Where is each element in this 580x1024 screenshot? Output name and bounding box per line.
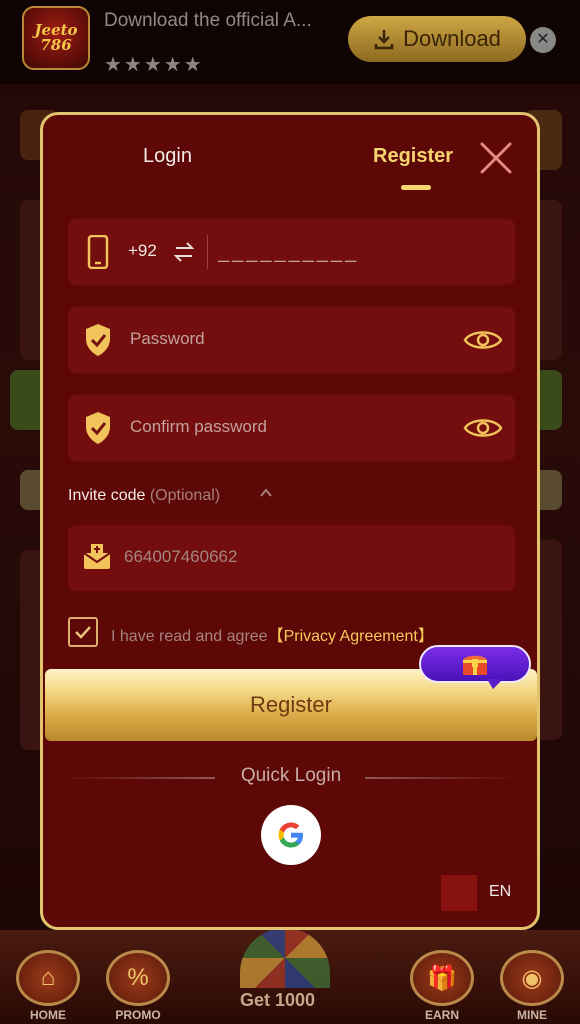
nav-earn-label: EARN	[424, 1008, 459, 1022]
password-placeholder: Password	[130, 329, 205, 348]
nav-promo[interactable]: % PROMO	[98, 950, 178, 1024]
app-logo: Jeeto 786	[22, 6, 90, 70]
privacy-agreement-link[interactable]: 【Privacy Agreement】	[268, 628, 434, 645]
invite-label-text: Invite code	[68, 487, 146, 504]
download-icon	[374, 30, 394, 50]
agree-checkbox[interactable]	[68, 617, 98, 647]
nav-mine-label: MINE	[517, 1008, 547, 1022]
quick-login-label: Quick Login	[240, 765, 342, 786]
home-icon: ⌂	[16, 950, 80, 1006]
tab-register[interactable]: Register	[373, 145, 453, 168]
gift-badge-tail	[487, 679, 503, 689]
password-field[interactable]: Password	[68, 307, 515, 373]
close-banner-button[interactable]: ✕	[530, 27, 556, 53]
language-flag-icon[interactable]	[441, 875, 477, 911]
language-label[interactable]: EN	[489, 883, 511, 901]
treasure-chest-icon	[463, 655, 487, 675]
download-button[interactable]: Download	[348, 16, 526, 62]
profile-icon: ◉	[500, 950, 564, 1006]
chevron-up-icon[interactable]	[259, 487, 273, 499]
field-divider	[207, 235, 208, 269]
phone-input[interactable]	[218, 231, 508, 273]
nav-promo-label: PROMO	[115, 1008, 161, 1022]
nav-mine[interactable]: ◉ MINE	[492, 950, 572, 1024]
invite-code-field[interactable]: 664007460662	[68, 525, 515, 591]
swap-icon[interactable]	[174, 241, 194, 263]
register-modal: Login Register +92 Password	[40, 112, 540, 930]
shield-check-icon	[86, 324, 110, 356]
envelope-gift-icon	[83, 544, 111, 569]
eye-icon[interactable]	[463, 325, 503, 355]
confirm-password-placeholder: Confirm password	[130, 417, 267, 436]
tab-login[interactable]: Login	[143, 145, 192, 168]
close-icon[interactable]	[479, 141, 513, 175]
phone-icon	[87, 235, 109, 269]
invite-code-label: Invite code (Optional)	[68, 487, 220, 505]
download-label: Download	[403, 26, 501, 51]
banner-text: Download the official A...	[104, 10, 312, 31]
rating-stars: ★★★★★	[104, 54, 204, 76]
gift-icon: 🎁	[410, 950, 474, 1006]
eye-icon[interactable]	[463, 413, 503, 443]
nav-earn[interactable]: 🎁 EARN	[402, 950, 482, 1024]
nav-home[interactable]: ⌂ HOME	[8, 950, 88, 1024]
invite-code-value[interactable]: 664007460662	[124, 547, 237, 567]
invite-optional-text: (Optional)	[149, 487, 221, 504]
app-download-banner: Jeeto 786 Download the official A... ★★★…	[0, 0, 580, 84]
google-icon	[278, 822, 303, 848]
check-icon	[75, 626, 91, 639]
phone-field[interactable]: +92	[68, 219, 515, 285]
active-tab-indicator	[401, 185, 431, 190]
agree-label: I have read and agree	[111, 628, 268, 645]
country-code[interactable]: +92	[128, 241, 157, 261]
google-login-button[interactable]	[261, 805, 321, 865]
gift-badge	[419, 645, 531, 683]
promo-icon: %	[106, 950, 170, 1006]
agree-text: I have read and agree【Privacy Agreement】	[111, 622, 434, 646]
spin-label[interactable]: Get 1000	[240, 990, 315, 1011]
shield-check-icon	[86, 412, 110, 444]
nav-home-label: HOME	[30, 1008, 66, 1022]
confirm-password-field[interactable]: Confirm password	[68, 395, 515, 461]
